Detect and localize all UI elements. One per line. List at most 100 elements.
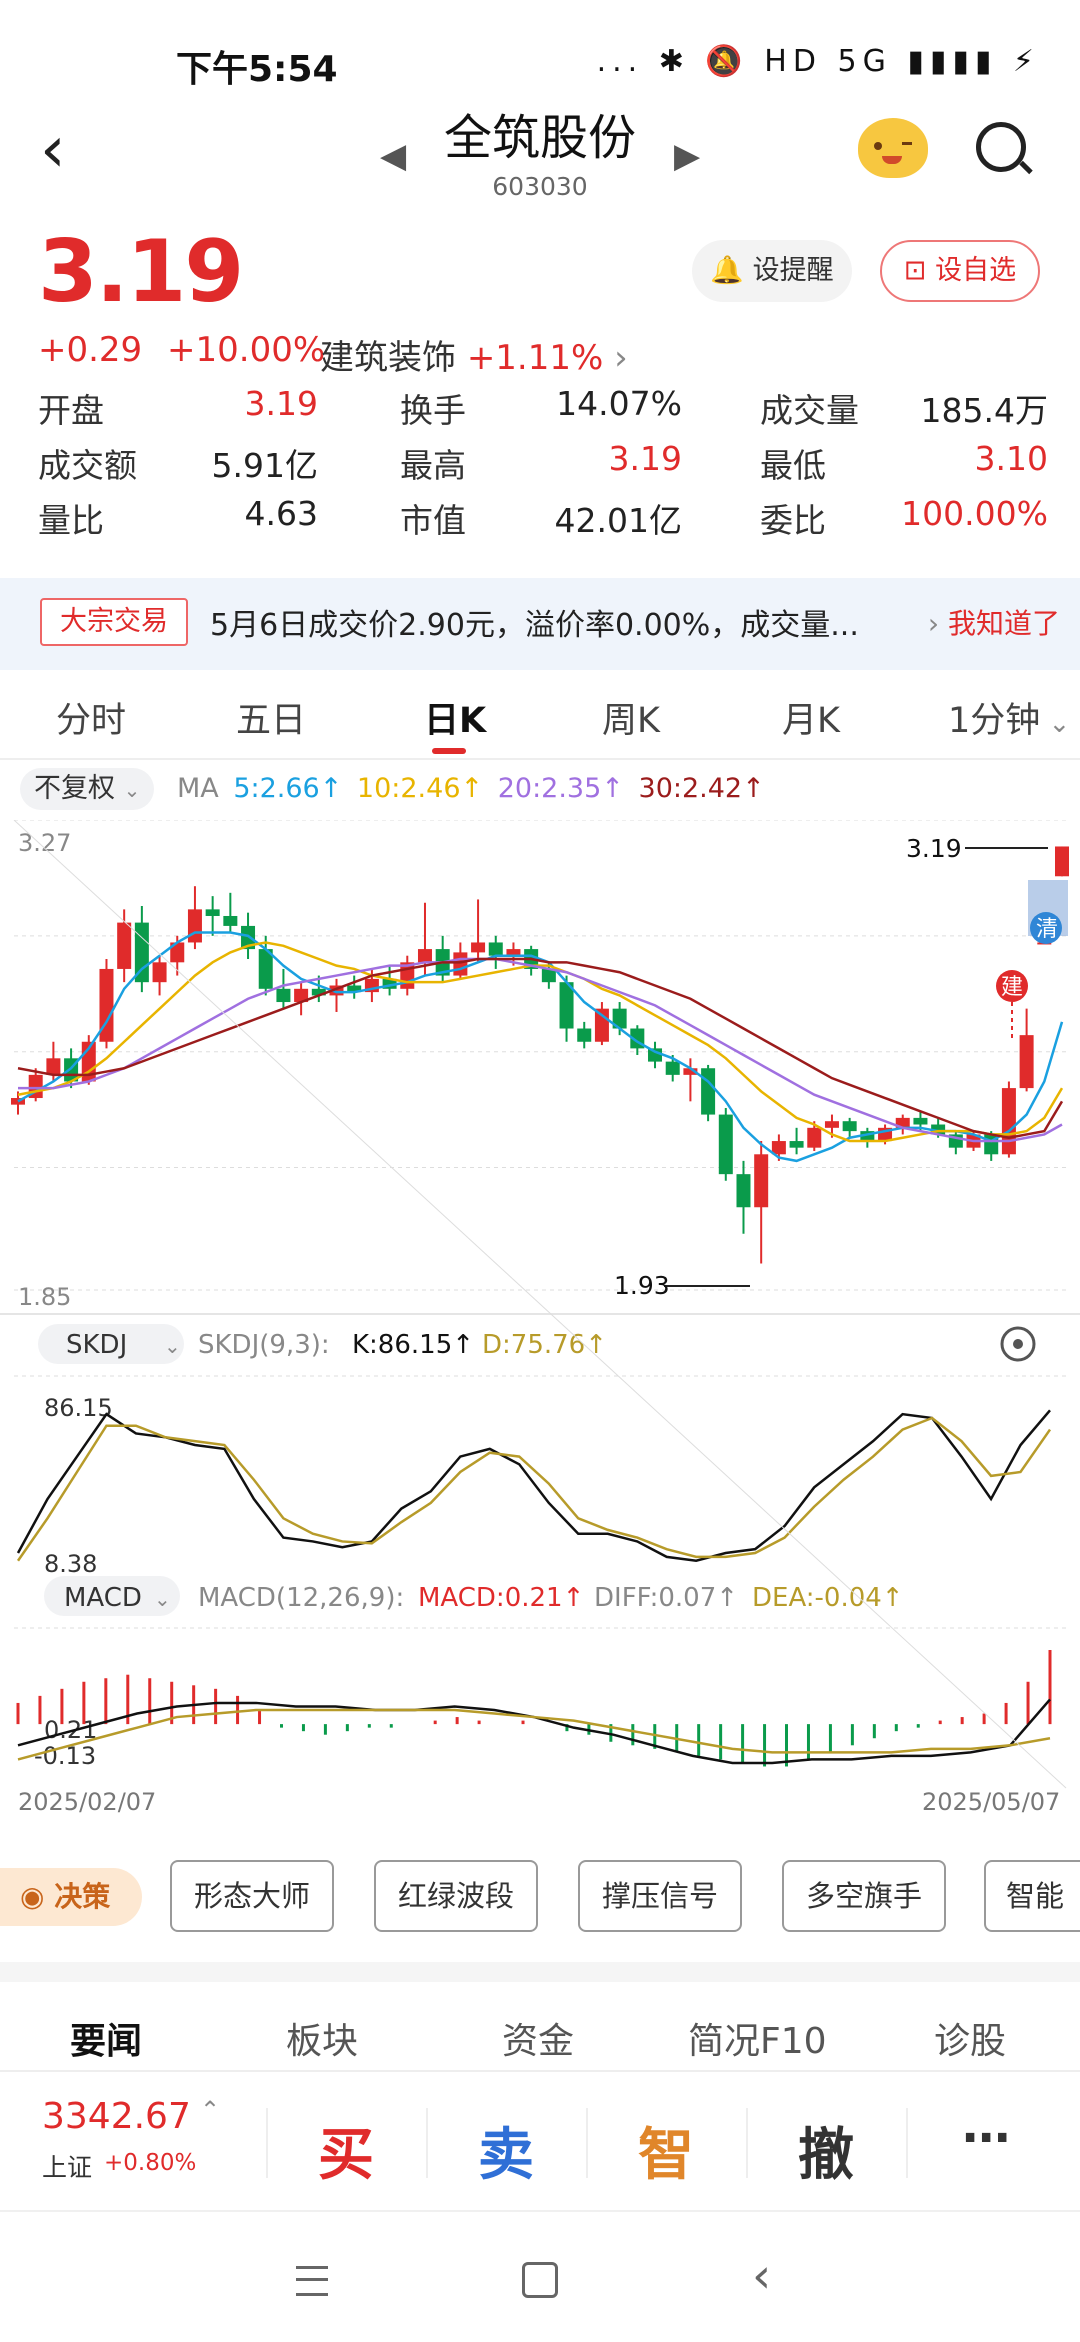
cancel-order-button[interactable]: 撤	[798, 2110, 854, 2191]
set-alert-button[interactable]: 🔔 设提醒	[692, 240, 852, 302]
ma-label: MA	[176, 773, 219, 804]
status-bar: 下午5:54 ... ✱ 🔕 HD 5G ▮▮▮▮ ⚡	[0, 0, 1080, 110]
search-icon[interactable]	[976, 122, 1026, 172]
divider	[746, 2108, 748, 2178]
quote-value: 100.00%	[901, 494, 1048, 533]
section-gap	[0, 1962, 1080, 1982]
quote-label: 最低	[760, 446, 826, 485]
tab-sector[interactable]: 板块	[286, 2012, 358, 2064]
clear-signal-label: 清	[1036, 917, 1058, 942]
price-change-pct: +10.00%	[167, 330, 326, 370]
divider	[906, 2108, 908, 2178]
bell-icon: 🔔	[710, 255, 745, 286]
skdj-d-line	[16, 1416, 1052, 1562]
kline-chart[interactable]: 3.27 1.85 3.19 1.93 清 建 SKDJ ⌄ SKDJ(9,3)…	[0, 820, 1080, 1820]
set-alert-label: 设提醒	[752, 255, 834, 286]
ma-line-ma30	[17, 957, 1064, 1140]
buy-button[interactable]: 买	[318, 2110, 374, 2191]
ma20-value: 20:2.35↑	[497, 773, 624, 804]
tab-month-k[interactable]: 月K	[782, 692, 840, 743]
macd-diff: DIFF:0.07↑	[594, 1583, 738, 1613]
mascot-icon[interactable]	[858, 118, 928, 178]
chevron-down-icon: ⌄	[164, 1334, 181, 1358]
add-favorite-button[interactable]: ⊡ 设自选	[880, 240, 1040, 302]
decision-button[interactable]: ◉ 决策	[0, 1868, 142, 1926]
candle-body	[665, 1061, 680, 1075]
candles-group	[11, 846, 1069, 1264]
kline-y-top: 3.27	[18, 829, 71, 857]
candle-body	[754, 1154, 769, 1208]
home-icon[interactable]	[522, 2262, 558, 2298]
tab-one-minute[interactable]: 1分钟 ⌄	[948, 692, 1070, 743]
strategy-button[interactable]: 智能化	[984, 1860, 1080, 1932]
skdj-k-line	[16, 1409, 1051, 1563]
candle-body	[771, 1141, 786, 1155]
ma-line-ma10	[17, 941, 1064, 1143]
quote-value: 14.07%	[556, 384, 682, 423]
candle-body	[471, 942, 486, 953]
tab-funds[interactable]: 资金	[502, 2012, 574, 2064]
quote-value: 5.91亿	[211, 446, 318, 485]
index-value[interactable]: 3342.67	[42, 2096, 191, 2137]
index-change: +0.80%	[104, 2150, 197, 2176]
skdj-k: K:86.15↑	[352, 1330, 474, 1360]
tab-five-day[interactable]: 五日	[236, 692, 306, 743]
status-time: 下午5:54	[176, 49, 338, 90]
dismiss-notice-button[interactable]: › 我知道了	[928, 602, 1060, 642]
adjust-selector[interactable]: 不复权 ⌄	[20, 768, 155, 810]
tab-news[interactable]: 要闻	[70, 2012, 142, 2064]
tab-day-k[interactable]: 日K	[424, 692, 486, 743]
tab-profile[interactable]: 简况F10	[688, 2012, 827, 2064]
next-stock-icon[interactable]: ▶	[674, 136, 700, 176]
candle-body	[1055, 846, 1069, 877]
chevron-down-icon: ⌄	[154, 1587, 171, 1611]
sector-link[interactable]: 建筑装饰 +1.11% ›	[320, 330, 628, 379]
skdj-header: SKDJ ⌄ SKDJ(9,3): K:86.15↑ D:75.76↑	[38, 1324, 1036, 1364]
menu-icon[interactable]	[296, 2266, 328, 2296]
candle-body	[807, 1127, 822, 1148]
quote-value: 3.10	[974, 439, 1048, 478]
block-trade-notice[interactable]: 大宗交易 5月6日成交价2.90元，溢价率0.00%，成交量... › 我知道了	[0, 578, 1080, 670]
quote-value: 42.01亿	[554, 501, 682, 540]
end-date: 2025/05/07	[922, 1788, 1060, 1816]
candle-body	[205, 909, 220, 916]
sell-button[interactable]: 卖	[478, 2110, 534, 2191]
skdj-params: SKDJ(9,3):	[198, 1330, 330, 1360]
sector-change: +1.11%	[466, 338, 604, 378]
chevron-down-icon: ⌄	[123, 778, 141, 802]
strategy-button[interactable]: 撑压信号	[578, 1860, 742, 1932]
skdj-lines	[16, 1409, 1052, 1563]
quote-label: 委比	[760, 501, 826, 540]
kline-grid	[14, 820, 1066, 1291]
candle-body	[701, 1068, 716, 1115]
index-name: 上证	[42, 2153, 93, 2182]
chevron-up-icon: ⌃	[200, 2096, 221, 2124]
divider	[586, 2108, 588, 2178]
candle-body	[117, 922, 132, 969]
strategy-button[interactable]: 红绿波段	[374, 1860, 538, 1932]
candle-body	[152, 962, 167, 983]
strategy-button[interactable]: 形态大师	[170, 1860, 334, 1932]
strategy-button[interactable]: 多空旗手	[782, 1860, 946, 1932]
chevron-right-icon: ›	[927, 607, 948, 640]
ma10-value: 10:2.46↑	[356, 773, 484, 804]
divider	[266, 2108, 268, 2178]
high-marker-label: 3.19	[906, 834, 962, 863]
tab-diagnosis[interactable]: 诊股	[934, 2012, 1006, 2064]
candle-body	[1019, 1035, 1034, 1089]
sector-name: 建筑装饰	[320, 338, 456, 378]
quote-label: 成交额	[38, 446, 137, 485]
macd-value: MACD:0.21↑	[418, 1583, 584, 1613]
macd-dea-line	[17, 1708, 1051, 1761]
quote-value: 3.19	[608, 439, 682, 478]
tab-week-k[interactable]: 周K	[602, 692, 660, 743]
candle-body	[46, 1058, 61, 1075]
skdj-d: D:75.76↑	[482, 1330, 607, 1360]
price-change: +0.29	[38, 330, 143, 370]
quote-label: 开盘	[38, 391, 104, 430]
quote-label: 市值	[400, 501, 466, 540]
smart-trade-button[interactable]: 智	[638, 2110, 694, 2191]
tab-timeshare[interactable]: 分时	[56, 692, 126, 743]
back-nav-icon[interactable]: ‹	[752, 2248, 771, 2304]
more-icon[interactable]: ⋯	[962, 2110, 1010, 2166]
